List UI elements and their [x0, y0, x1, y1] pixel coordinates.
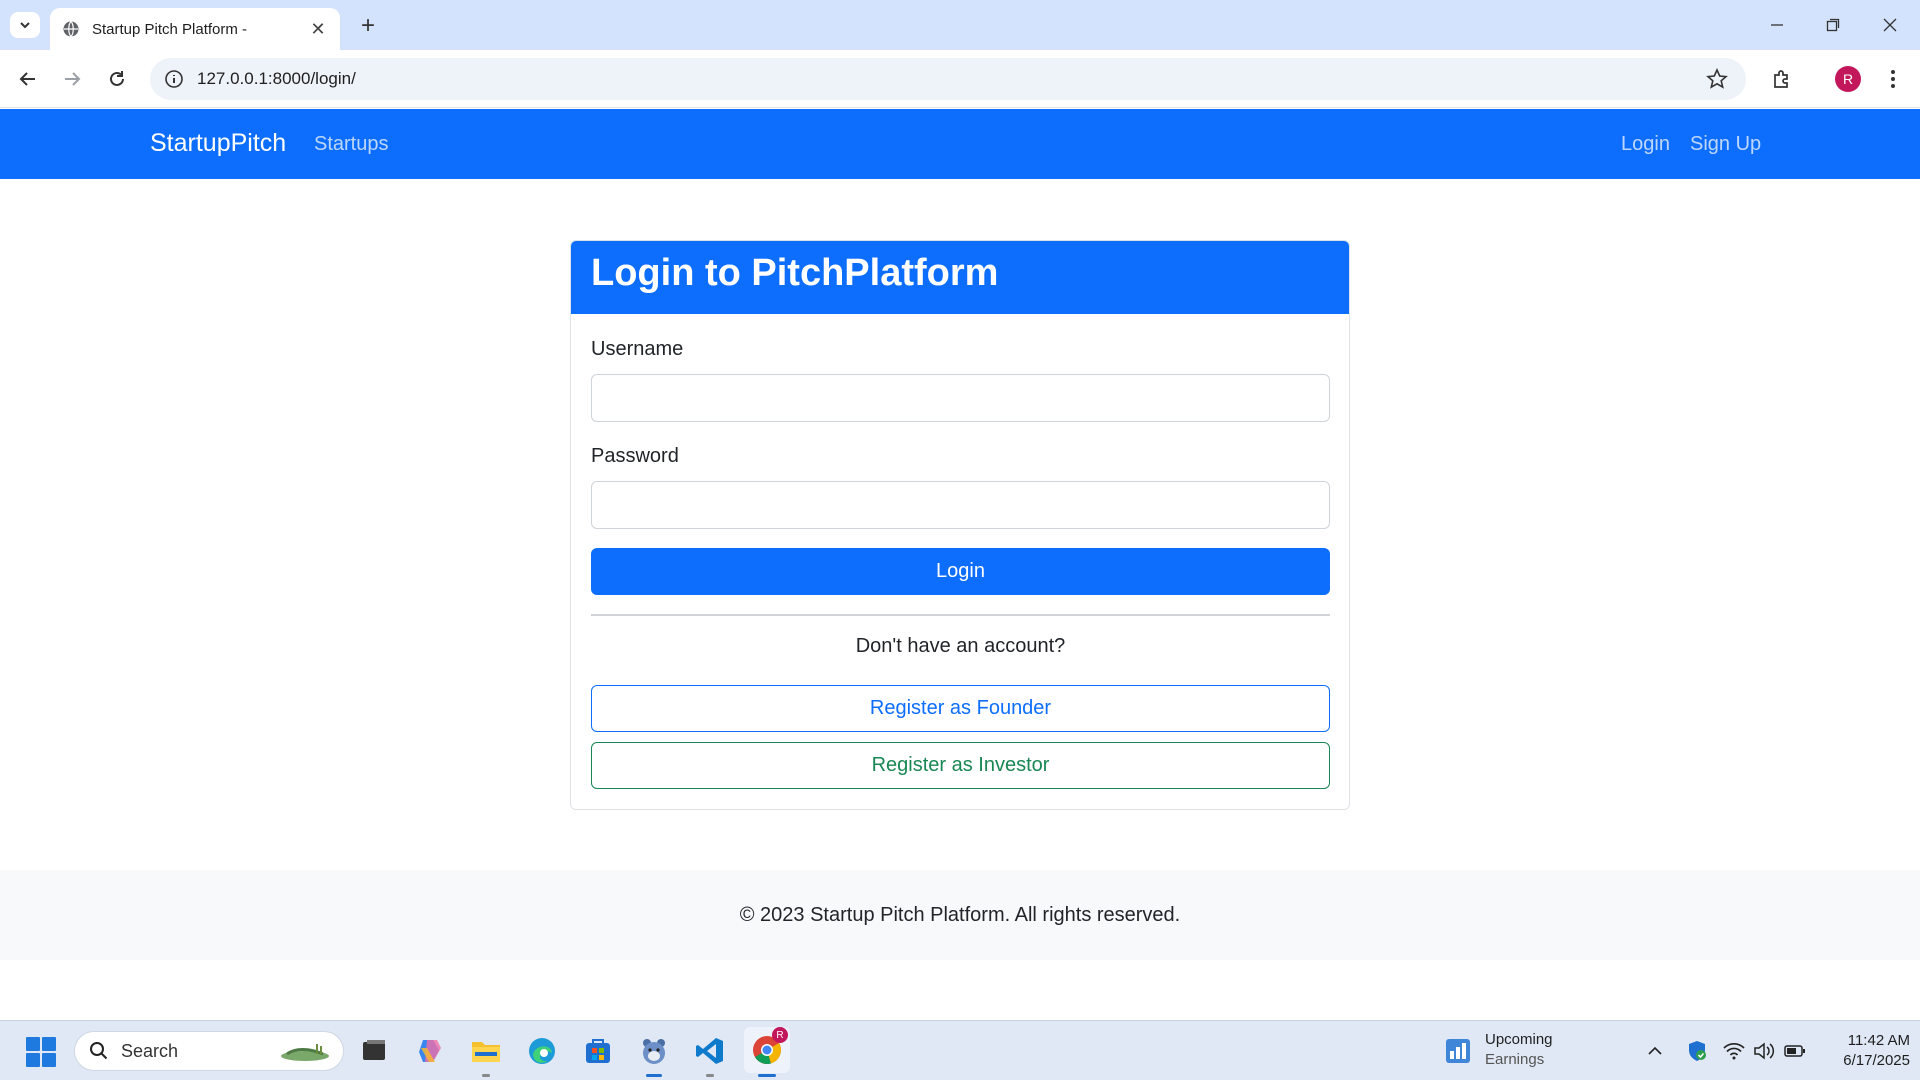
profile-avatar[interactable]: R [1835, 66, 1861, 92]
taskbar-clock[interactable]: 11:42 AM 6/17/2025 [1820, 1031, 1910, 1071]
bookmark-star-icon[interactable] [1706, 68, 1728, 90]
site-navbar: StartupPitch Startups Login Sign Up [0, 109, 1920, 179]
folder-icon [472, 1042, 500, 1062]
shield-icon [1689, 1041, 1706, 1061]
taskbar-store[interactable] [580, 1033, 616, 1069]
browser-tab-active[interactable]: Startup Pitch Platform - ✕ [50, 8, 340, 50]
running-indicator [758, 1074, 776, 1077]
puzzle-icon [1774, 70, 1788, 88]
new-tab-button[interactable]: + [354, 12, 382, 40]
address-bar[interactable]: 127.0.0.1:8000/login/ [150, 58, 1746, 100]
login-card: Login to PitchPlatform Username Password… [570, 240, 1350, 810]
taskbar-file-explorer[interactable] [468, 1033, 504, 1077]
search-highlight-art-icon [281, 1044, 329, 1061]
copilot-icon [419, 1040, 441, 1062]
windows-logo-icon [26, 1037, 40, 1051]
globe-icon [63, 21, 79, 37]
reload-button[interactable] [102, 64, 132, 94]
username-label: Username [591, 338, 684, 360]
register-founder-button[interactable]: Register as Founder [591, 685, 1330, 732]
taskbar-search-box[interactable]: Search [74, 1031, 344, 1071]
browser-toolbar: 127.0.0.1:8000/login/ [0, 50, 1920, 108]
back-button[interactable] [13, 64, 43, 94]
card-title: Login to PitchPlatform [571, 241, 1349, 314]
restore-button[interactable] [1813, 10, 1853, 40]
taskbar-vscode[interactable] [692, 1033, 728, 1077]
divider [591, 614, 1330, 616]
stock-widget-icon [1446, 1039, 1470, 1063]
taskbar-copilot[interactable] [412, 1033, 448, 1069]
reload-icon [110, 71, 124, 86]
start-button[interactable] [26, 1037, 56, 1067]
bear-app-icon [643, 1039, 665, 1064]
url-text[interactable]: 127.0.0.1:8000/login/ [197, 69, 356, 89]
minimize-icon [1771, 24, 1783, 26]
running-indicator [482, 1074, 490, 1077]
wifi-icon [1723, 1042, 1745, 1060]
password-label: Password [591, 445, 679, 467]
login-button[interactable]: Login [591, 548, 1330, 595]
taskbar-widget[interactable]: Upcoming Earnings [1445, 1031, 1585, 1071]
username-input[interactable] [591, 374, 1330, 422]
nav-link-startups[interactable]: Startups [314, 133, 388, 156]
more-vertical-icon [1891, 70, 1895, 88]
browser-tab-bar: Startup Pitch Platform - ✕ + [0, 0, 1920, 50]
register-investor-button[interactable]: Register as Investor [591, 742, 1330, 789]
footer-text: © 2023 Startup Pitch Platform. All right… [739, 903, 1181, 926]
taskbar-task-view[interactable] [356, 1033, 392, 1069]
clock-date: 6/17/2025 [1843, 1052, 1910, 1069]
taskbar-edge[interactable] [524, 1033, 560, 1069]
arrow-right-icon [65, 72, 81, 86]
vscode-icon [696, 1038, 723, 1064]
windows-taskbar: Search R Upcoming Earnings 11:42 AM 6/17… [0, 1020, 1920, 1080]
chevron-down-icon [20, 22, 30, 29]
no-account-text: Don't have an account? [855, 635, 1066, 657]
running-indicator [646, 1074, 662, 1077]
nav-link-login[interactable]: Login [1621, 133, 1670, 156]
brand-link[interactable]: StartupPitch [150, 129, 286, 158]
nav-link-signup[interactable]: Sign Up [1690, 133, 1761, 156]
close-window-button[interactable] [1870, 10, 1910, 40]
info-icon[interactable] [164, 69, 184, 89]
edge-icon [529, 1038, 555, 1064]
search-icon [90, 1042, 108, 1060]
tab-title: Startup Pitch Platform - [92, 20, 248, 38]
tab-close-icon[interactable]: ✕ [308, 19, 328, 39]
taskbar-app-bear[interactable] [636, 1033, 672, 1077]
task-view-icon [363, 1040, 385, 1060]
widget-title: Upcoming [1485, 1031, 1553, 1048]
site-footer: © 2023 Startup Pitch Platform. All right… [0, 870, 1920, 960]
running-indicator [706, 1074, 714, 1077]
volume-icon [1754, 1042, 1775, 1060]
chrome-profile-badge: R [772, 1027, 788, 1043]
taskbar-chrome[interactable]: R [744, 1027, 790, 1077]
chrome-menu-button[interactable] [1878, 64, 1908, 94]
show-hidden-icons-button[interactable] [1643, 1039, 1667, 1063]
widget-subtitle: Earnings [1485, 1051, 1545, 1068]
store-icon [586, 1039, 610, 1063]
tray-volume[interactable] [1752, 1039, 1776, 1063]
clock-time: 11:42 AM [1847, 1032, 1910, 1049]
tray-wifi[interactable] [1722, 1039, 1746, 1063]
extensions-button[interactable] [1767, 64, 1797, 94]
chevron-up-icon [1648, 1046, 1662, 1055]
tab-search-dropdown-button[interactable] [10, 12, 40, 38]
minimize-button[interactable] [1757, 10, 1797, 40]
close-icon [1883, 18, 1897, 32]
tray-security[interactable] [1685, 1039, 1709, 1063]
password-input[interactable] [591, 481, 1330, 529]
restore-icon [1826, 18, 1840, 32]
arrow-left-icon [19, 72, 35, 86]
tray-battery[interactable] [1783, 1039, 1807, 1063]
search-label: Search [121, 1040, 179, 1061]
forward-button[interactable] [57, 64, 87, 94]
battery-icon [1784, 1045, 1805, 1057]
